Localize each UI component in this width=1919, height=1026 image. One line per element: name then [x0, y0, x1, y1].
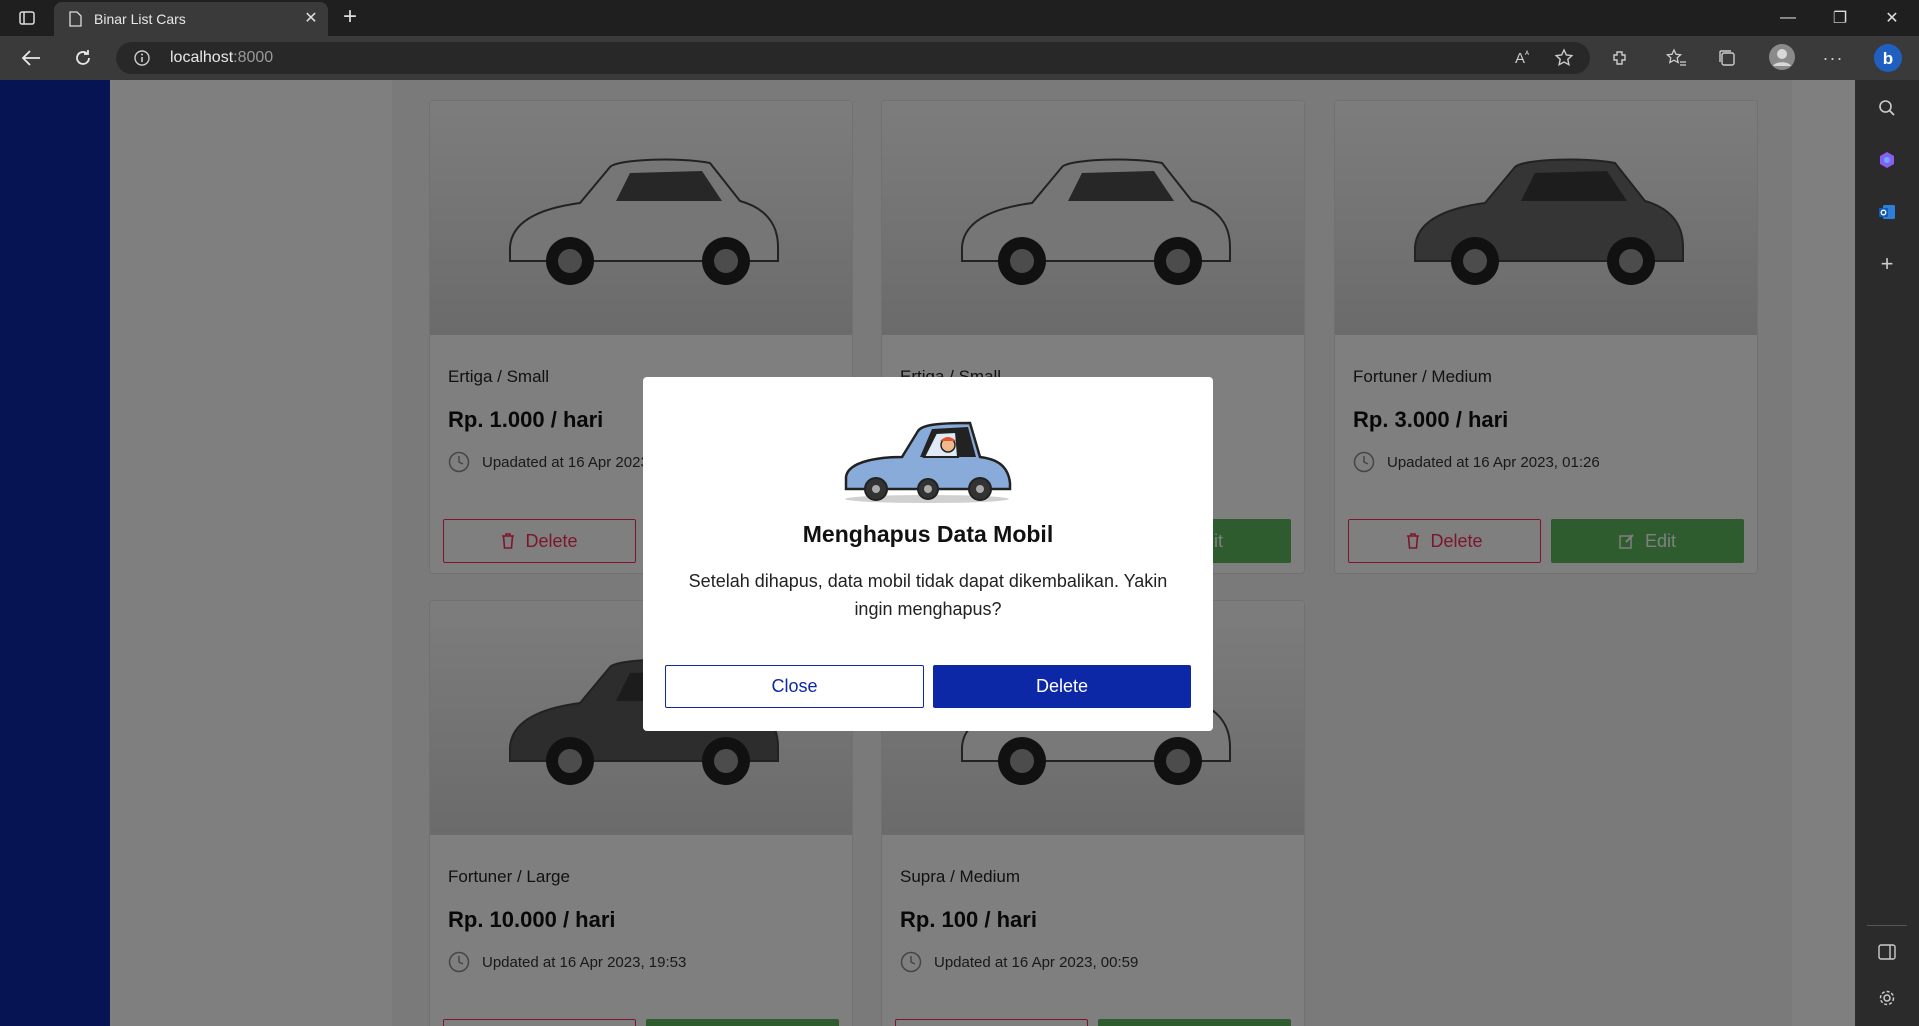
read-aloud-icon[interactable]: Aᴬ	[1509, 46, 1535, 70]
delete-confirm-modal: Menghapus Data Mobil Setelah dihapus, da…	[643, 377, 1213, 731]
svg-text:b: b	[1883, 49, 1893, 68]
confirm-delete-button[interactable]: Delete	[933, 665, 1191, 708]
url-port: :8000	[233, 49, 274, 66]
copilot-icon[interactable]: b	[1872, 42, 1904, 74]
search-icon[interactable]	[1875, 96, 1899, 120]
url-input[interactable]: localhost:8000	[116, 42, 1590, 74]
restore-button[interactable]: ❐	[1814, 0, 1866, 36]
profile-avatar[interactable]	[1767, 42, 1797, 72]
page-icon	[69, 11, 82, 27]
settings-gear-icon[interactable]	[1875, 986, 1899, 1010]
modal-title: Menghapus Data Mobil	[802, 521, 1054, 547]
minimize-button[interactable]: —	[1762, 0, 1814, 36]
url-text: localhost:8000	[170, 49, 273, 67]
url-host: localhost	[170, 49, 234, 66]
window-close-button[interactable]: ✕	[1866, 0, 1918, 36]
shopping-icon[interactable]	[1875, 148, 1899, 172]
close-tab-icon[interactable]: ✕	[302, 10, 320, 28]
back-button[interactable]	[16, 44, 46, 72]
car-illustration-icon	[844, 421, 1012, 503]
hide-sidebar-icon[interactable]	[1875, 940, 1899, 964]
browser-tab[interactable]: Binar List Cars ✕	[54, 2, 328, 36]
sidebar-divider	[1867, 925, 1907, 926]
reload-button[interactable]	[68, 44, 98, 72]
outlook-icon[interactable]	[1875, 200, 1899, 224]
info-icon[interactable]	[134, 50, 150, 66]
browser-tab-bar: Binar List Cars ✕ + — ❐ ✕	[0, 0, 1919, 36]
more-menu-icon[interactable]: ···	[1820, 46, 1846, 70]
tab-actions-icon[interactable]	[12, 6, 42, 30]
close-button[interactable]: Close	[665, 665, 924, 708]
tab-title: Binar List Cars	[94, 11, 186, 27]
add-icon[interactable]: +	[1875, 251, 1899, 276]
modal-message: Setelah dihapus, data mobil tidak dapat …	[688, 571, 1168, 619]
favorites-icon[interactable]	[1663, 46, 1689, 70]
browser-sidebar: +	[1855, 80, 1919, 1026]
address-bar: localhost:8000 Aᴬ ··· b	[0, 36, 1919, 80]
new-tab-button[interactable]: +	[336, 4, 364, 32]
extensions-icon[interactable]	[1607, 46, 1633, 70]
collections-icon[interactable]	[1714, 46, 1740, 70]
add-favorite-icon[interactable]	[1551, 46, 1577, 70]
